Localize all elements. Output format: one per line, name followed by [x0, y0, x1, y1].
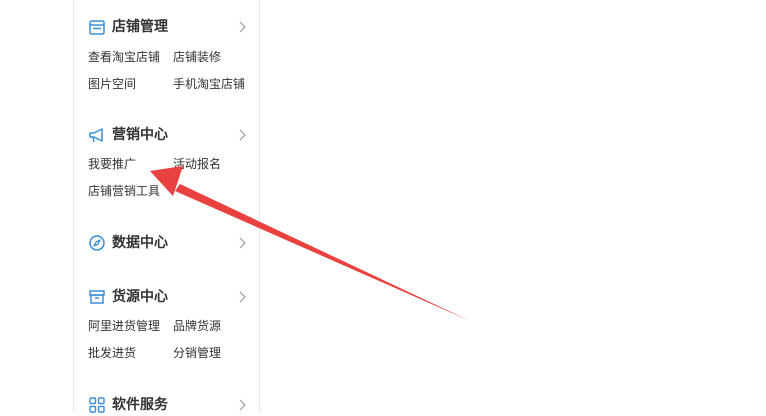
box-icon — [89, 290, 105, 304]
section-header-store-management[interactable]: 店铺管理 — [74, 16, 261, 38]
link-ali-purchase-management[interactable]: 阿里进货管理 — [88, 318, 160, 334]
apps-grid-icon — [89, 397, 105, 413]
section-title: 软件服务 — [112, 397, 168, 413]
section-title: 货源中心 — [112, 289, 168, 305]
link-distribution-management[interactable]: 分销管理 — [173, 345, 221, 361]
section-header-sourcing-center[interactable]: 货源中心 — [74, 286, 261, 308]
chevron-right-icon[interactable] — [237, 291, 247, 303]
section-header-software-services[interactable]: 软件服务 — [74, 394, 261, 416]
chevron-right-icon[interactable] — [237, 237, 247, 249]
left-blank-area — [0, 0, 73, 412]
section-title: 营销中心 — [112, 127, 168, 143]
section-header-data-center[interactable]: 数据中心 — [74, 232, 261, 254]
chevron-right-icon[interactable] — [237, 399, 247, 411]
link-wholesale-purchase[interactable]: 批发进货 — [88, 345, 136, 361]
link-brand-sourcing[interactable]: 品牌货源 — [173, 318, 221, 334]
section-header-marketing-center[interactable]: 营销中心 — [74, 124, 261, 146]
megaphone-icon — [89, 128, 103, 143]
chevron-right-icon[interactable] — [237, 21, 247, 33]
section-title: 数据中心 — [112, 235, 168, 251]
link-event-signup[interactable]: 活动报名 — [173, 156, 221, 172]
chevron-right-icon[interactable] — [237, 129, 247, 141]
link-mobile-taobao-store[interactable]: 手机淘宝店铺 — [173, 76, 245, 92]
link-store-marketing-tools[interactable]: 店铺营销工具 — [88, 183, 160, 199]
section-title: 店铺管理 — [112, 19, 168, 35]
store-icon — [89, 20, 105, 35]
link-promote[interactable]: 我要推广 — [88, 156, 136, 172]
link-image-space[interactable]: 图片空间 — [88, 76, 136, 92]
link-store-decoration[interactable]: 店铺装修 — [173, 49, 221, 65]
link-view-taobao-store[interactable]: 查看淘宝店铺 — [88, 49, 160, 65]
compass-icon — [89, 235, 105, 251]
seller-sidebar: 店铺管理 查看淘宝店铺 店铺装修 图片空间 手机淘宝店铺 营销中心 我要推广 活… — [73, 0, 261, 413]
